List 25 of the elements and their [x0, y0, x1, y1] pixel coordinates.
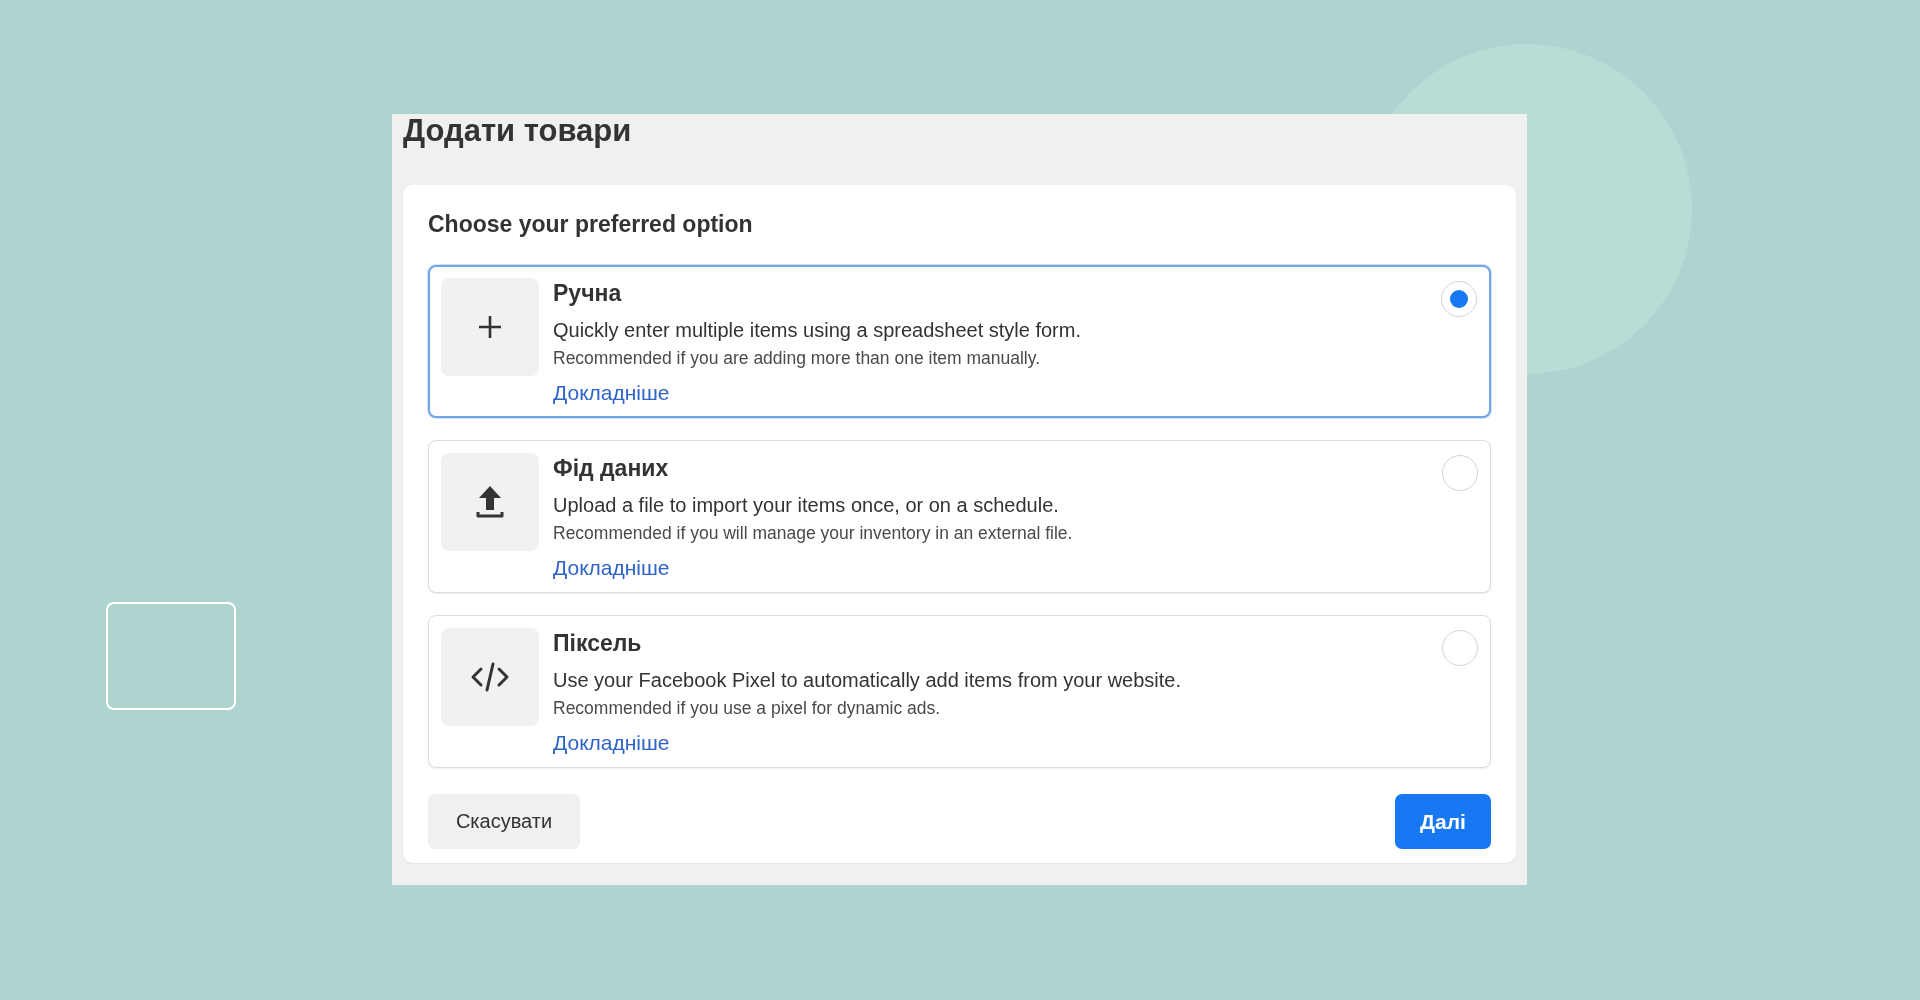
- plus-icon: [477, 314, 503, 340]
- next-button[interactable]: Далі: [1395, 794, 1491, 849]
- learn-more-link[interactable]: Докладніше: [553, 731, 670, 755]
- radio-button[interactable]: [1441, 281, 1477, 317]
- radio-button[interactable]: [1442, 455, 1478, 491]
- section-heading: Choose your preferred option: [428, 211, 754, 238]
- option-card[interactable]: Піксель Use your Facebook Pixel to automatically add items from your website. Recommended if you use a pixel for dynamic ads. Докладніше: [428, 615, 1491, 768]
- option-note: Recommended if you are adding more than one item manually.: [553, 348, 1042, 369]
- option-title: Фід даних: [553, 455, 670, 482]
- code-icon: [470, 661, 510, 693]
- option-note: Recommended if you use a pixel for dynamic ads.: [553, 698, 942, 719]
- option-description: Upload a file to import your items once, or on a schedule.: [553, 494, 1060, 517]
- learn-more-link[interactable]: Докладніше: [553, 556, 670, 580]
- option-title: Піксель: [553, 630, 643, 657]
- upload-icon: [475, 484, 505, 520]
- option-note: Recommended if you will manage your inventory in an external file.: [553, 523, 1073, 544]
- learn-more-link[interactable]: Докладніше: [553, 381, 670, 405]
- option-description: Quickly enter multiple items using a spreadsheet style form.: [553, 319, 1081, 342]
- option-card[interactable]: Фід даних Upload a file to import your items once, or on a schedule. Recommended if you will manage your inventory in an external file. Докладніше: [428, 440, 1491, 593]
- option-title: Ручна: [553, 280, 623, 307]
- dialog-title: Додати товари: [403, 114, 633, 150]
- option-description: Use your Facebook Pixel to automatically add items from your website.: [553, 669, 1182, 692]
- cancel-button[interactable]: Скасувати: [428, 794, 580, 849]
- option-card[interactable]: Ручна Quickly enter multiple items using a spreadsheet style form. Recommended if you are adding more than one item manually. Докладніше: [428, 265, 1491, 418]
- radio-button[interactable]: [1442, 630, 1478, 666]
